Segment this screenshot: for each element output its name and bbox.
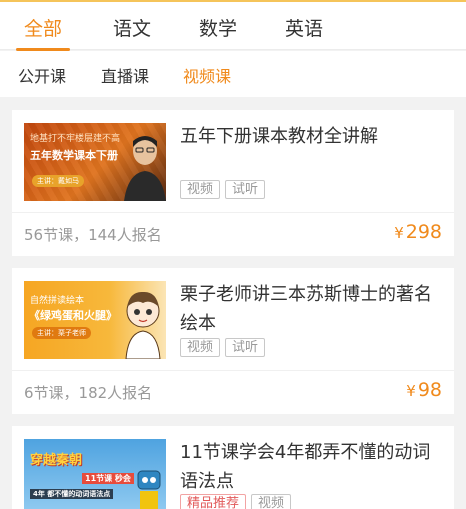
course-title[interactable]: 栗子老师讲三本苏斯博士的著名绘本	[180, 280, 445, 338]
tag-trial: 试听	[225, 338, 266, 357]
tag-video: 视频	[180, 180, 221, 199]
course-thumbnail: 穿越秦朝 11节课 秒会 4年 都不懂的动词语法点	[24, 439, 166, 509]
currency-symbol: ¥	[406, 382, 416, 400]
course-type-tab-bar: 公开课 直播课 视频课	[0, 51, 466, 97]
course-thumbnail: 地基打不牢楼层建不高 五年数学课本下册 主讲：戴如马	[24, 123, 166, 201]
tab-english[interactable]: 英语	[285, 14, 323, 41]
course-card[interactable]: 自然拼读绘本 《绿鸡蛋和火腿》 主讲：栗子老师 栗子老师讲三本苏斯博士的著名绘本…	[12, 268, 454, 414]
course-price: ¥298	[394, 221, 442, 243]
course-meta: 6节课，182人报名	[24, 384, 153, 402]
tag-featured: 精品推荐	[180, 494, 247, 509]
course-title[interactable]: 五年下册课本教材全讲解	[180, 122, 445, 151]
tag-video: 视频	[251, 494, 292, 509]
tab-video-class[interactable]: 视频课	[183, 63, 231, 87]
course-card[interactable]: 地基打不牢楼层建不高 五年数学课本下册 主讲：戴如马 五年下册课本教材全讲解 视…	[12, 110, 454, 256]
card-divider	[12, 212, 454, 213]
tab-math[interactable]: 数学	[199, 14, 237, 41]
tag-video: 视频	[180, 338, 221, 357]
course-tags: 精品推荐 视频	[180, 494, 292, 509]
course-tags: 视频 试听	[180, 180, 266, 199]
teacher-photo	[124, 136, 166, 201]
cartoon-teacher-illustration	[125, 291, 161, 359]
course-title[interactable]: 11节课学会4年都弄不懂的动词语法点	[180, 438, 445, 496]
course-tags: 视频 试听	[180, 338, 266, 357]
card-divider	[12, 370, 454, 371]
course-thumbnail: 自然拼读绘本 《绿鸡蛋和火腿》 主讲：栗子老师	[24, 281, 166, 359]
currency-symbol: ¥	[394, 224, 404, 242]
subject-tab-bar: 全部 语文 数学 英语	[0, 0, 466, 51]
course-meta: 56节课，144人报名	[24, 226, 162, 244]
tab-all[interactable]: 全部	[24, 14, 62, 41]
price-value: 98	[417, 379, 442, 401]
tab-open-class[interactable]: 公开课	[18, 63, 66, 87]
price-value: 298	[405, 221, 442, 243]
tab-chinese[interactable]: 语文	[113, 14, 151, 41]
tab-live-class[interactable]: 直播课	[101, 63, 149, 87]
course-card[interactable]: 穿越秦朝 11节课 秒会 4年 都不懂的动词语法点 11节课学会4年都弄不懂的动…	[12, 426, 454, 509]
cartoon-robot-illustration	[137, 470, 161, 509]
tag-trial: 试听	[225, 180, 266, 199]
course-price: ¥98	[406, 379, 442, 401]
